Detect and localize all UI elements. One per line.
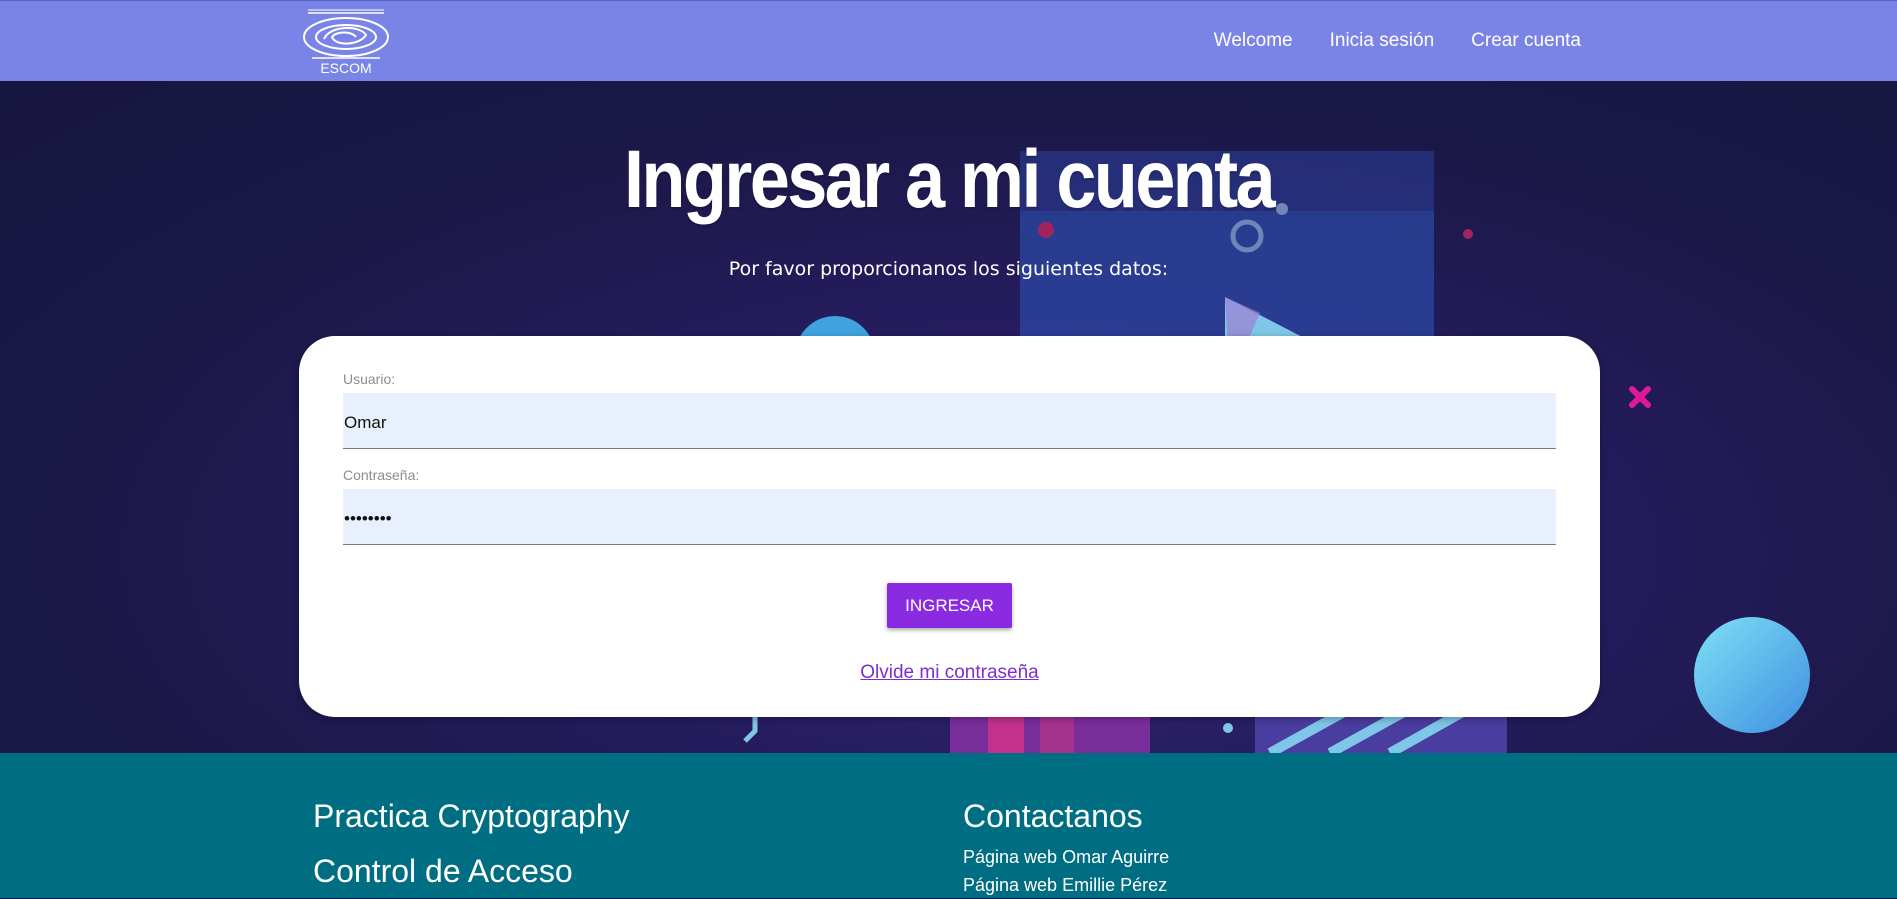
hero-section: Ingresar a mi cuenta Por favor proporcio… — [0, 81, 1897, 753]
page-subtitle: Por favor proporcionanos los siguientes … — [728, 258, 1169, 280]
password-label: Contraseña: — [343, 467, 420, 483]
login-button[interactable]: INGRESAR — [887, 583, 1012, 628]
navbar: ESCOM Welcome Inicia sesión Crear cuenta — [0, 0, 1897, 81]
main-nav: Welcome Inicia sesión Crear cuenta — [1214, 30, 1581, 52]
login-form: Usuario: Contraseña: INGRESAR Olvide mi … — [299, 336, 1600, 717]
username-input[interactable] — [343, 393, 1556, 449]
nav-link-welcome[interactable]: Welcome — [1214, 30, 1293, 52]
footer-heading-contact: Contactanos — [963, 798, 1143, 834]
username-label: Usuario: — [343, 371, 396, 387]
footer-link-omar[interactable]: Página web Omar Aguirre — [963, 843, 1169, 871]
svg-text:ESCOM: ESCOM — [320, 60, 371, 76]
footer-heading-practice: Practica Cryptography — [313, 798, 630, 834]
escom-logo[interactable]: ESCOM — [300, 5, 396, 77]
footer-column-contact: Contactanos Página web Omar Aguirre Pági… — [963, 798, 1169, 899]
footer: Practica Cryptography Control de Acceso … — [0, 753, 1897, 898]
footer-link-emillie[interactable]: Página web Emillie Pérez — [963, 871, 1169, 899]
nav-link-create-account[interactable]: Crear cuenta — [1471, 30, 1581, 52]
footer-heading-access-control: Control de Acceso — [313, 853, 573, 889]
footer-column-about: Practica Cryptography Control de Acceso — [313, 798, 630, 890]
page-title: Ingresar a mi cuenta — [623, 134, 1276, 225]
forgot-password-link[interactable]: Olvide mi contraseña — [299, 662, 1600, 684]
password-input[interactable] — [343, 489, 1556, 545]
nav-link-login[interactable]: Inicia sesión — [1330, 30, 1435, 52]
